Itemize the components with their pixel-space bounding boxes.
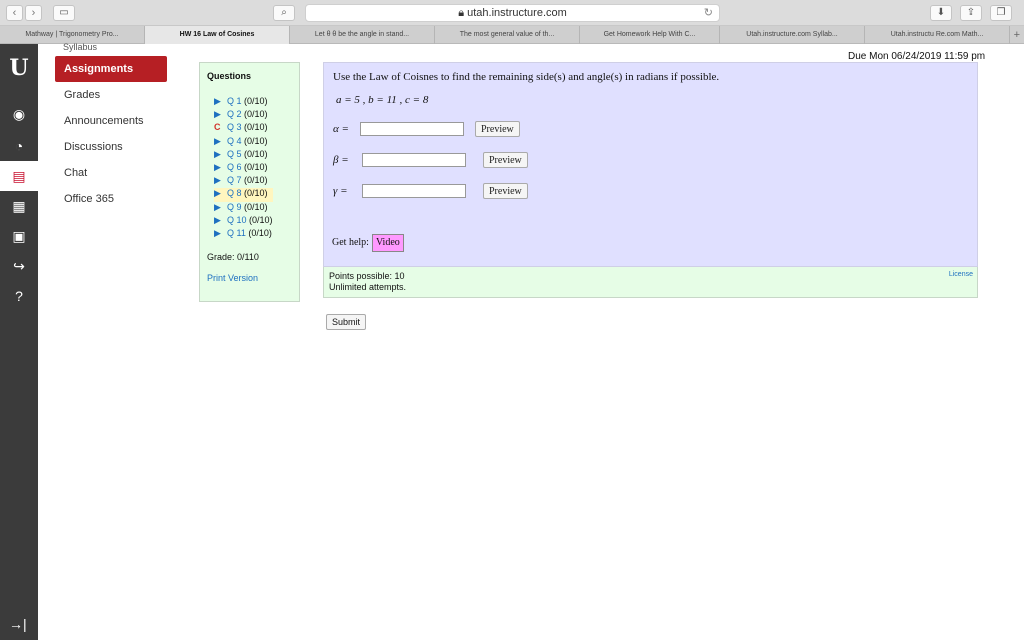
- preview-button[interactable]: Preview: [483, 183, 528, 199]
- forward-icon[interactable]: ›: [25, 5, 42, 21]
- help-label: Get help:: [332, 237, 369, 248]
- new-tab-icon[interactable]: +: [1014, 26, 1020, 44]
- help-icon[interactable]: ?: [9, 286, 29, 306]
- download-icon[interactable]: ⬇: [930, 5, 952, 21]
- address-text: utah.instructure.com: [467, 7, 567, 19]
- play-icon: ▶: [214, 135, 221, 146]
- play-icon: ▶: [214, 148, 221, 159]
- grade-total: Grade: 0/110: [207, 252, 259, 262]
- question-item[interactable]: CQ 3 (0/10): [214, 122, 273, 135]
- tabs-overview-icon[interactable]: ❐: [990, 5, 1012, 21]
- lock-icon: 🔒︎: [458, 7, 465, 19]
- question-item[interactable]: ▶ Q 5 (0/10): [214, 149, 273, 162]
- tab-math[interactable]: Utah.instructu Re.com Math...: [865, 26, 1010, 44]
- question-item[interactable]: ▶ Q 1 (0/10): [214, 96, 273, 109]
- question-item[interactable]: ▶ Q 2 (0/10): [214, 109, 273, 122]
- calendar-icon[interactable]: ▦: [9, 196, 29, 216]
- inbox-icon[interactable]: ▣: [9, 226, 29, 246]
- tab-homework-help[interactable]: Get Homework Help With C...: [580, 26, 720, 44]
- browser-toolbar: ‹ › ▭ ⌕ 🔒︎ utah.instructure.com ↻ ⬇ ⇪ ❐: [0, 0, 1024, 26]
- question-item[interactable]: ▶ Q 6 (0/10): [214, 162, 273, 175]
- question-item[interactable]: ▶ Q 9 (0/10): [214, 202, 273, 215]
- points-info: Points possible: 10 Unlimited attempts. …: [323, 267, 978, 298]
- get-help: Get help: Video: [332, 234, 404, 252]
- question-prompt: Use the Law of Coisnes to find the remai…: [333, 71, 720, 83]
- courses-icon[interactable]: ▤: [0, 161, 38, 191]
- tab-hw16[interactable]: HW 16 Law of Cosines: [145, 26, 290, 44]
- course-nav-assignments[interactable]: Assignments: [55, 56, 167, 82]
- beta-input[interactable]: [362, 153, 466, 167]
- points-text: Points possible: 10 Unlimited attempts.: [329, 271, 406, 293]
- course-nav: Assignments Grades Announcements Discuss…: [55, 56, 167, 212]
- questions-panel: Questions ▶ Q 1 (0/10) ▶ Q 2 (0/10) CQ 3 (…: [199, 62, 300, 302]
- due-date: Due Mon 06/24/2019 11:59 pm: [848, 51, 986, 62]
- question-item[interactable]: ▶ Q 7 (0/10): [214, 175, 273, 188]
- play-icon: ▶: [214, 175, 221, 186]
- question-list: ▶ Q 1 (0/10) ▶ Q 2 (0/10) CQ 3 (0/10) ▶ Q 4…: [214, 96, 273, 241]
- course-nav-announcements[interactable]: Announcements: [55, 108, 167, 134]
- play-icon: ▶: [214, 109, 221, 120]
- play-icon: ▶: [214, 201, 221, 212]
- questions-heading: Questions: [207, 71, 252, 81]
- course-nav-chat[interactable]: Chat: [55, 160, 167, 186]
- retry-icon: C: [214, 122, 221, 133]
- course-nav-grades[interactable]: Grades: [55, 82, 167, 108]
- search-icon[interactable]: ⌕: [273, 5, 295, 21]
- question-area: Use the Law of Coisnes to find the remai…: [323, 62, 978, 267]
- license-link[interactable]: License: [949, 271, 973, 278]
- collapse-icon[interactable]: →|: [9, 616, 27, 632]
- play-icon: ▶: [214, 227, 221, 238]
- tab-syllabus[interactable]: Utah.instructure.com Syllab...: [720, 26, 865, 44]
- preview-button[interactable]: Preview: [475, 121, 520, 137]
- answer-label: β =: [333, 154, 349, 166]
- gamma-input[interactable]: [362, 184, 466, 198]
- play-icon: ▶: [214, 96, 221, 106]
- tab-general-value[interactable]: The most general value of th...: [435, 26, 580, 44]
- global-nav: U ◉ ◔ ▤ ▦ ▣ ↪ ? →|: [0, 44, 38, 640]
- given-values: a = 5 , b = 11 , c = 8: [336, 94, 429, 106]
- dashboard-icon[interactable]: ◔: [9, 136, 29, 156]
- tab-angle[interactable]: Let θ θ be the angle in stand...: [290, 26, 435, 44]
- back-icon[interactable]: ‹: [6, 5, 23, 21]
- video-button[interactable]: Video: [371, 234, 404, 252]
- preview-button[interactable]: Preview: [483, 152, 528, 168]
- question-item-current[interactable]: ▶ Q 8 (0/10): [214, 188, 273, 202]
- sidebar-toggle-icon[interactable]: ▭: [53, 5, 75, 21]
- question-item[interactable]: ▶ Q 4 (0/10): [214, 136, 273, 149]
- course-nav-office365[interactable]: Office 365: [55, 186, 167, 212]
- answer-label: γ =: [333, 185, 348, 197]
- question-item[interactable]: ▶ Q 11 (0/10): [214, 228, 273, 241]
- play-icon: ▶: [214, 188, 221, 199]
- course-nav-syllabus[interactable]: Syllabus: [63, 42, 97, 52]
- address-bar[interactable]: 🔒︎ utah.instructure.com ↻: [305, 4, 720, 22]
- user-icon[interactable]: ◉: [9, 104, 29, 124]
- reload-icon[interactable]: ↻: [704, 5, 713, 21]
- submit-button[interactable]: Submit: [326, 314, 367, 330]
- question-item[interactable]: ▶ Q 10 (0/10): [214, 215, 273, 228]
- course-nav-discussions[interactable]: Discussions: [55, 134, 167, 160]
- tab-bar: Mathway | Trigonometry Pro... HW 16 Law …: [0, 26, 1024, 44]
- attempts-text: Unlimited attempts.: [329, 282, 407, 292]
- share-icon[interactable]: ⇪: [960, 5, 982, 21]
- university-logo[interactable]: U: [0, 52, 38, 84]
- points-possible: Points possible: 10: [329, 271, 405, 281]
- answer-label: α =: [333, 123, 349, 135]
- play-icon: ▶: [214, 161, 221, 172]
- print-version-link[interactable]: Print Version: [207, 273, 258, 283]
- play-icon: ▶: [214, 214, 221, 225]
- commons-icon[interactable]: ↪: [9, 256, 29, 276]
- alpha-input[interactable]: [360, 122, 464, 136]
